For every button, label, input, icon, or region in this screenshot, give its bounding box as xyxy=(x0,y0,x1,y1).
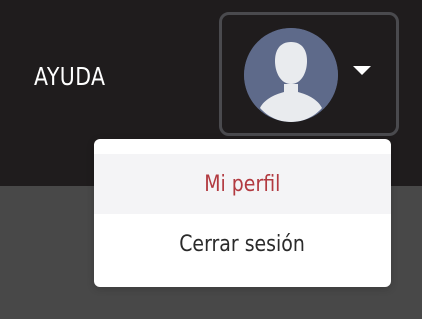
help-link[interactable]: AYUDA xyxy=(34,58,105,96)
user-menu-toggle[interactable] xyxy=(219,12,399,136)
avatar xyxy=(244,28,338,122)
menu-item-logout[interactable]: Cerrar sesión xyxy=(94,214,391,274)
user-dropdown-menu: Mi perfil Cerrar sesión xyxy=(94,139,391,287)
user-silhouette-icon xyxy=(244,28,338,122)
caret-down-icon xyxy=(353,66,371,75)
menu-item-label: Mi perfil xyxy=(204,171,281,197)
menu-item-my-profile[interactable]: Mi perfil xyxy=(94,154,391,214)
menu-item-label: Cerrar sesión xyxy=(179,231,306,257)
